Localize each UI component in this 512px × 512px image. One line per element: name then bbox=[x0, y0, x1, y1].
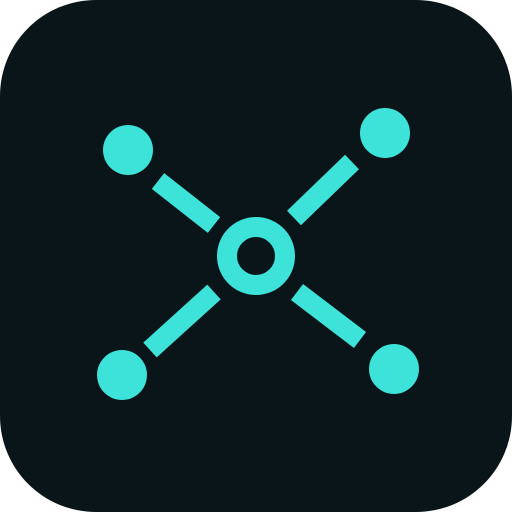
node-top-left bbox=[103, 125, 153, 175]
icon-background bbox=[0, 0, 512, 512]
network-hub-app-icon bbox=[0, 0, 512, 512]
node-bottom-left bbox=[97, 350, 147, 400]
node-top-right bbox=[360, 108, 410, 158]
node-bottom-right bbox=[369, 344, 419, 394]
